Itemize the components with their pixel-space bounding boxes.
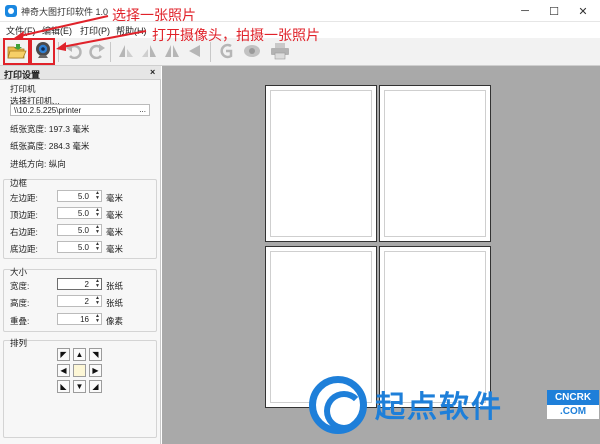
height-pages-unit: 张纸 bbox=[106, 298, 124, 308]
right-margin-label: 右边距: bbox=[10, 227, 38, 237]
page-tile bbox=[379, 85, 491, 242]
left-margin-unit: 毫米 bbox=[106, 193, 124, 203]
align-right-button[interactable]: ▶ bbox=[89, 364, 102, 377]
height-pages-input[interactable]: 2 ▲ ▼ bbox=[57, 295, 102, 307]
spinner-arrows-icon[interactable]: ▲ ▼ bbox=[95, 314, 100, 324]
watermark-text: 起点软件 bbox=[375, 390, 503, 425]
panel-header: 打印设置 × bbox=[0, 66, 161, 80]
align-top-button[interactable]: ▲ bbox=[73, 348, 86, 361]
overlap-value: 16 bbox=[80, 315, 89, 324]
panel-title: 打印设置 bbox=[4, 70, 41, 80]
top-margin-value: 5.0 bbox=[77, 209, 89, 218]
spinner-arrows-icon[interactable]: ▲ ▼ bbox=[95, 296, 100, 306]
page-tile bbox=[265, 85, 377, 242]
margin-section-label: 边框 bbox=[10, 178, 28, 188]
printer-path-text: \\10.2.5.225\printer bbox=[14, 106, 82, 115]
bottom-margin-value: 5.0 bbox=[77, 243, 89, 252]
spinner-arrows-icon[interactable]: ▲ ▼ bbox=[95, 191, 100, 201]
print-settings-panel: 打印设置 × 打印机 选择打印机... \\10.2.5.225\printer… bbox=[0, 66, 161, 444]
align-left-button[interactable]: ◀ bbox=[57, 364, 70, 377]
overlap-label: 重叠: bbox=[10, 316, 30, 326]
spinner-arrows-icon[interactable]: ▲ ▼ bbox=[95, 279, 100, 289]
printer-section-label: 打印机 bbox=[10, 84, 36, 94]
align-bottom-button[interactable]: ▼ bbox=[73, 380, 86, 393]
right-margin-value: 5.0 bbox=[77, 226, 89, 235]
callout-select-photo: 选择一张照片 bbox=[112, 8, 196, 24]
paper-width-text: 纸张宽度: 197.3 毫米 bbox=[10, 124, 90, 134]
align-top-left-button[interactable]: ◤ bbox=[57, 348, 70, 361]
printer-path-field[interactable]: \\10.2.5.225\printer ... bbox=[10, 104, 150, 116]
printer-browse-button[interactable]: ... bbox=[139, 105, 146, 114]
paper-direction-text: 进纸方向: 纵向 bbox=[10, 159, 66, 169]
align-center-button[interactable] bbox=[73, 364, 86, 377]
top-margin-label: 顶边距: bbox=[10, 210, 38, 220]
align-bottom-right-button[interactable]: ◢ bbox=[89, 380, 102, 393]
page-margin-frame bbox=[384, 90, 486, 237]
watermark-badge-top: CNCRK bbox=[547, 390, 599, 405]
spinner-arrows-icon[interactable]: ▲ ▼ bbox=[95, 225, 100, 235]
align-bottom-left-button[interactable]: ◣ bbox=[57, 380, 70, 393]
size-section-label: 大小 bbox=[10, 267, 28, 277]
callout-open-camera: 打开摄像头，拍摄一张照片 bbox=[152, 28, 320, 44]
watermark-logo-icon bbox=[309, 376, 367, 434]
watermark-badge-bottom: .COM bbox=[547, 405, 599, 419]
width-pages-value: 2 bbox=[84, 280, 89, 289]
paper-height-text: 纸张高度: 284.3 毫米 bbox=[10, 141, 90, 151]
spinner-arrows-icon[interactable]: ▲ ▼ bbox=[95, 242, 100, 252]
top-margin-unit: 毫米 bbox=[106, 210, 124, 220]
overlap-input[interactable]: 16 ▲ ▼ bbox=[57, 313, 102, 325]
width-pages-unit: 张纸 bbox=[106, 281, 124, 291]
top-margin-input[interactable]: 5.0 ▲ ▼ bbox=[57, 207, 102, 219]
panel-close-button[interactable]: × bbox=[150, 67, 155, 77]
right-margin-input[interactable]: 5.0 ▲ ▼ bbox=[57, 224, 102, 236]
left-margin-label: 左边距: bbox=[10, 193, 38, 203]
bottom-margin-input[interactable]: 5.0 ▲ ▼ bbox=[57, 241, 102, 253]
width-pages-input[interactable]: 2 ▲ ▼ bbox=[57, 278, 102, 290]
spinner-arrows-icon[interactable]: ▲ ▼ bbox=[95, 208, 100, 218]
overlap-unit: 像素 bbox=[106, 316, 124, 326]
watermark-badge: CNCRK .COM bbox=[547, 390, 599, 420]
page-margin-frame bbox=[270, 90, 372, 237]
arrange-section-label: 排列 bbox=[10, 338, 28, 348]
bottom-margin-unit: 毫米 bbox=[106, 244, 124, 254]
left-margin-value: 5.0 bbox=[77, 192, 89, 201]
left-margin-input[interactable]: 5.0 ▲ ▼ bbox=[57, 190, 102, 202]
bottom-margin-label: 底边距: bbox=[10, 244, 38, 254]
right-margin-unit: 毫米 bbox=[106, 227, 124, 237]
width-label: 宽度: bbox=[10, 281, 30, 291]
height-label: 高度: bbox=[10, 298, 30, 308]
height-pages-value: 2 bbox=[84, 297, 89, 306]
align-top-right-button[interactable]: ◥ bbox=[89, 348, 102, 361]
site-watermark: 起点软件 CNCRK .COM bbox=[305, 372, 600, 444]
